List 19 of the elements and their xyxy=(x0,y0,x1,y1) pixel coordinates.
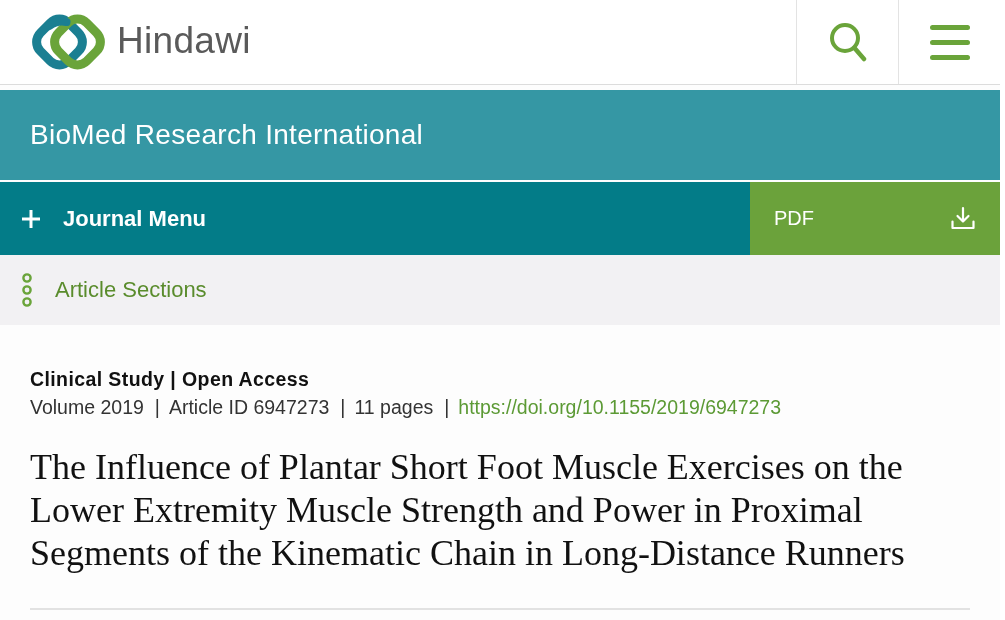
vertical-dots-icon xyxy=(21,273,33,307)
pdf-button[interactable]: PDF xyxy=(750,182,1000,255)
journal-title: BioMed Research International xyxy=(30,119,424,151)
menu-icon xyxy=(929,24,970,60)
meta-text: Article ID 6947273 xyxy=(168,395,330,420)
search-icon xyxy=(828,22,867,62)
journal-menu-button[interactable]: Journal Menu xyxy=(0,182,750,255)
logo-text: Hindawi xyxy=(117,20,251,62)
download-icon xyxy=(951,206,975,231)
article-sections-button[interactable]: Article Sections xyxy=(21,273,207,307)
article-title: The Influence of Plantar Short Foot Muscle Exercises on the Lower Extremity Muscle Strength and Power in Proximal Segments of the Kinematic Chain in Long-Distance Runners xyxy=(30,446,906,575)
meta-text: 11 pages xyxy=(354,395,434,420)
meta-separator: | xyxy=(154,395,160,420)
article-type: Clinical Study | Open Access xyxy=(30,367,311,392)
logo-icon xyxy=(30,13,107,71)
doi-link[interactable]: https://doi.org/10.1155/2019/6947273 xyxy=(458,393,782,421)
meta-text: Volume 2019 xyxy=(30,395,144,420)
meta-separator: | xyxy=(340,395,346,420)
meta-separator: | xyxy=(444,395,450,420)
